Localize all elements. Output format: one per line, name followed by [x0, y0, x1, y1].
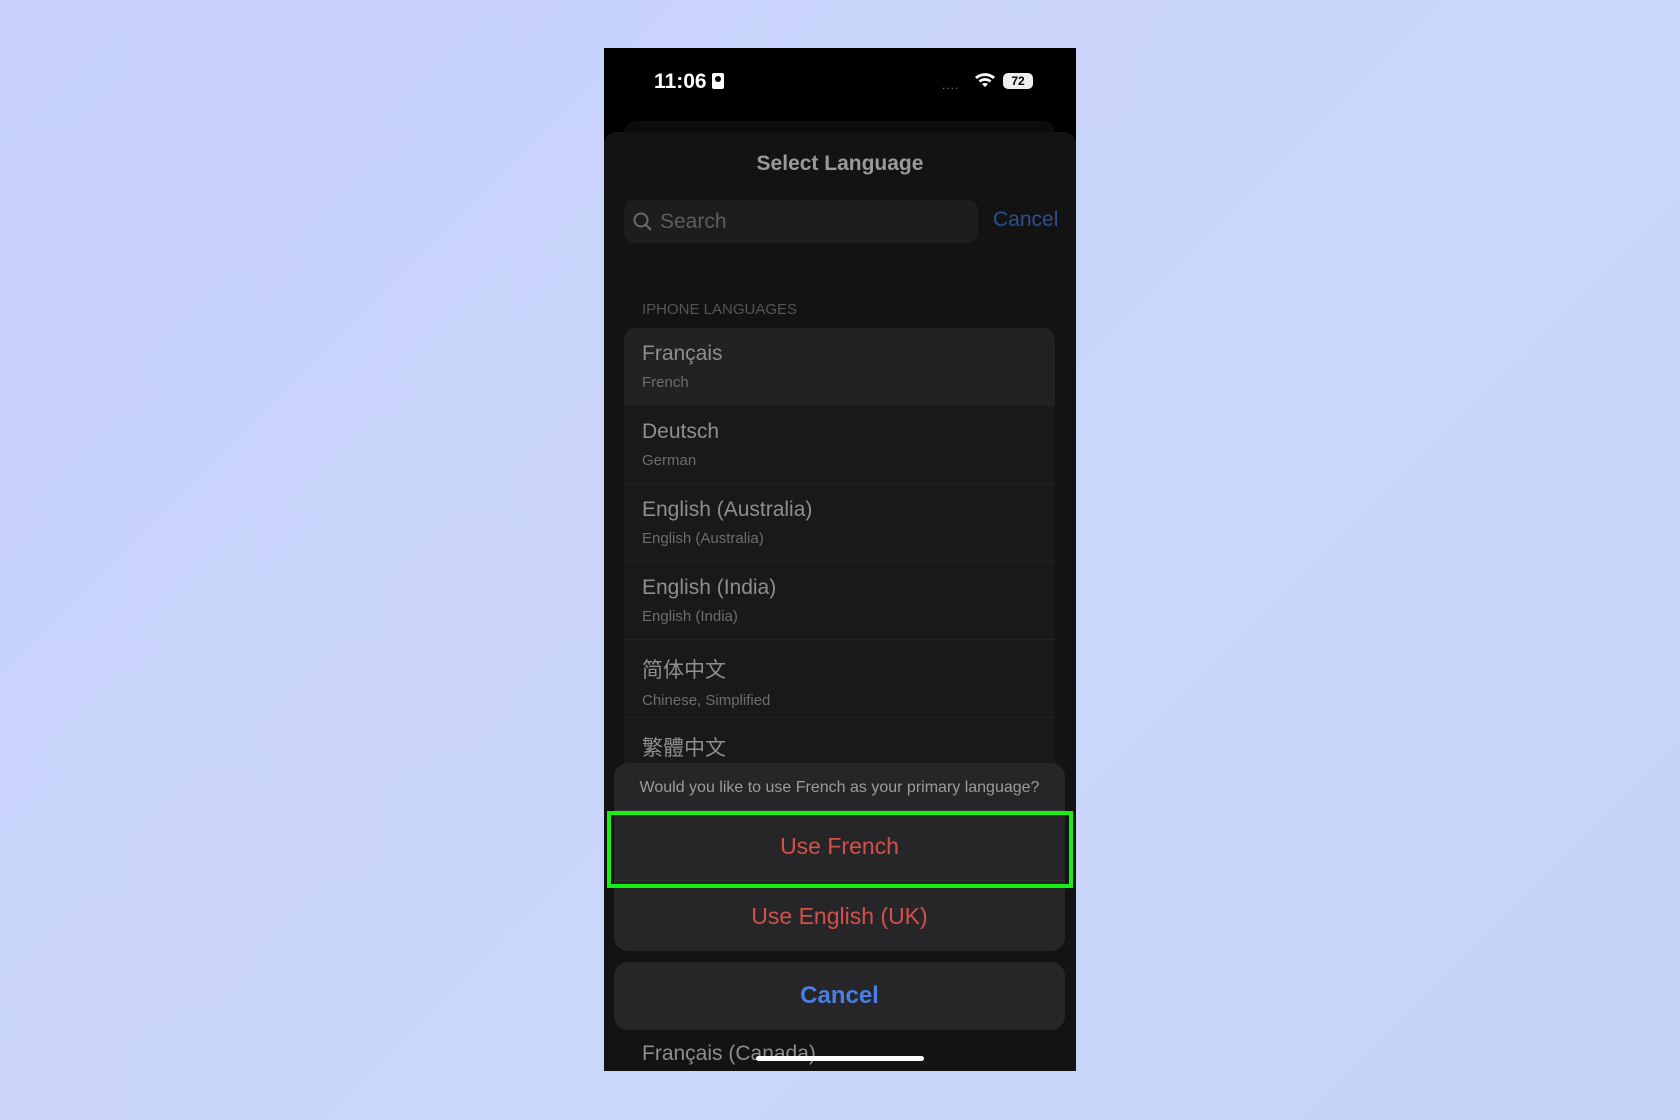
list-item[interactable]: Deutsch German	[624, 406, 1055, 484]
wifi-icon	[975, 73, 995, 87]
search-input[interactable]: Search	[624, 200, 978, 243]
highlight-box	[607, 811, 1073, 888]
battery-indicator: 72	[1003, 73, 1033, 89]
list-item[interactable]: Français (Canada)	[642, 1042, 816, 1066]
action-sheet-message: Would you like to use French as your pri…	[614, 763, 1065, 811]
list-item[interactable]: Français French	[624, 328, 1055, 406]
section-header: IPHONE LANGUAGES	[642, 301, 798, 318]
search-icon	[633, 212, 652, 231]
sheet-title: Select Language	[756, 152, 924, 175]
language-list: Français French Deutsch German English (Au…	[624, 328, 1055, 796]
contact-card-icon	[711, 73, 724, 89]
list-item[interactable]: 简体中文 Chinese, Simplified	[624, 640, 1055, 718]
search-placeholder: Search	[660, 210, 727, 233]
search-cancel-button[interactable]: Cancel	[993, 208, 1058, 232]
status-time: 11:06	[654, 70, 724, 94]
list-item[interactable]: English (Australia) English (Australia)	[624, 484, 1055, 562]
list-item[interactable]: English (India) English (India)	[624, 562, 1055, 640]
cellular-signal: ....	[942, 78, 960, 92]
action-cancel-button[interactable]: Cancel	[614, 962, 1065, 1030]
home-indicator[interactable]	[756, 1056, 924, 1061]
use-english-uk-button[interactable]: Use English (UK)	[614, 881, 1065, 951]
phone-screen: 11:06 .... 72 Select Language Search Can…	[604, 48, 1076, 1071]
